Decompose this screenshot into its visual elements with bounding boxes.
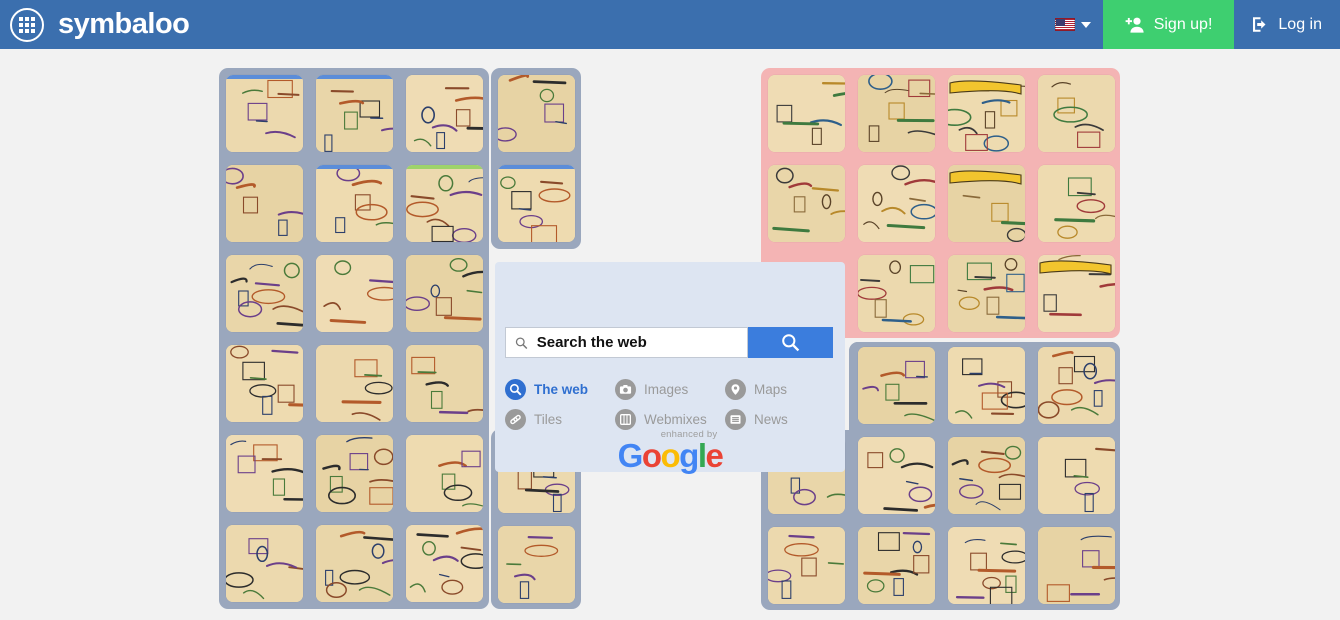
search-option-webmixes[interactable]: Webmixes xyxy=(615,408,725,430)
webmix-tile[interactable] xyxy=(226,435,303,512)
tile-accent-bar xyxy=(406,165,483,169)
webmix-tile[interactable] xyxy=(406,255,483,332)
search-option-label: Tiles xyxy=(534,411,563,427)
webmix-tile[interactable] xyxy=(948,437,1025,514)
webmix-tile[interactable] xyxy=(1038,347,1115,424)
search-option-the-web[interactable]: The web xyxy=(505,378,615,400)
webmix-tile[interactable] xyxy=(948,255,1025,332)
webmix-tile[interactable] xyxy=(858,165,935,242)
webmix-tile[interactable] xyxy=(316,165,393,242)
search-icon xyxy=(515,336,528,349)
search-option-images[interactable]: Images xyxy=(615,378,725,400)
tile-accent-bar xyxy=(498,165,575,169)
news-icon xyxy=(725,408,746,430)
google-branding: enhanced by Google xyxy=(495,429,845,475)
webmix-tile[interactable] xyxy=(768,75,845,152)
search-option-label: Webmixes xyxy=(644,411,707,427)
webmix-tile[interactable] xyxy=(498,526,575,603)
grid-circle-icon xyxy=(10,7,44,42)
tile-accent-bar xyxy=(316,165,393,169)
header-actions: Sign up! Log in xyxy=(1043,0,1340,49)
webmix-tile[interactable] xyxy=(406,75,483,152)
search-submit-button[interactable] xyxy=(748,327,833,358)
webmix-tile[interactable] xyxy=(406,345,483,422)
webmix-tile[interactable] xyxy=(316,525,393,602)
search-option-label: The web xyxy=(534,381,589,397)
webmix-tile[interactable] xyxy=(226,345,303,422)
webmix-tile[interactable] xyxy=(1038,437,1115,514)
log-in-button[interactable]: Log in xyxy=(1234,0,1340,49)
search-scope-options: The web Images Maps Tiles Webmixes News xyxy=(505,374,835,434)
language-selector[interactable] xyxy=(1043,0,1103,49)
search-widget: The web Images xyxy=(495,262,845,475)
search-option-label: Maps xyxy=(754,381,788,397)
brand-name: symbaloo xyxy=(58,8,190,40)
search-option-news[interactable]: News xyxy=(725,408,835,430)
camera-icon xyxy=(615,378,636,400)
webmix-tile[interactable] xyxy=(316,345,393,422)
webmix-board: The web Images xyxy=(0,49,1340,620)
search-option-tiles[interactable]: Tiles xyxy=(505,408,615,430)
webmix-tile[interactable] xyxy=(858,437,935,514)
webmix-tile[interactable] xyxy=(948,165,1025,242)
sign-up-button[interactable]: Sign up! xyxy=(1102,0,1235,49)
webmix-icon xyxy=(615,408,636,430)
webmix-tile[interactable] xyxy=(406,435,483,512)
webmix-tile[interactable] xyxy=(1038,75,1115,152)
search-option-label: Images xyxy=(644,381,689,397)
webmix-tile[interactable] xyxy=(1038,527,1115,604)
tile-accent-bar xyxy=(316,75,393,79)
webmix-tile[interactable] xyxy=(226,75,303,152)
brand-logo[interactable]: symbaloo xyxy=(10,7,190,42)
google-logo: Google xyxy=(617,437,724,474)
search-bar xyxy=(505,327,835,358)
webmix-tile[interactable] xyxy=(768,527,845,604)
webmix-tile[interactable] xyxy=(226,165,303,242)
tile-accent-bar xyxy=(226,75,303,79)
search-field-wrap[interactable] xyxy=(505,327,748,358)
webmix-tile[interactable] xyxy=(948,347,1025,424)
webmix-tile[interactable] xyxy=(858,347,935,424)
webmix-tile[interactable] xyxy=(226,525,303,602)
sign-up-label: Sign up! xyxy=(1153,15,1213,33)
webmix-tile[interactable] xyxy=(858,527,935,604)
webmix-tile[interactable] xyxy=(858,75,935,152)
webmix-tile[interactable] xyxy=(498,75,575,152)
search-input[interactable] xyxy=(534,333,738,352)
search-icon xyxy=(505,378,526,400)
webmix-tile[interactable] xyxy=(498,165,575,242)
webmix-tile[interactable] xyxy=(1038,255,1115,332)
link-icon xyxy=(505,408,526,430)
chevron-down-icon xyxy=(1080,21,1091,28)
webmix-tile[interactable] xyxy=(316,435,393,512)
us-flag-icon xyxy=(1054,18,1075,31)
webmix-tile[interactable] xyxy=(406,165,483,242)
map-pin-icon xyxy=(725,378,746,400)
login-arrow-icon xyxy=(1253,17,1266,32)
webmix-tile[interactable] xyxy=(948,75,1025,152)
search-icon xyxy=(782,334,800,352)
webmix-tile[interactable] xyxy=(316,255,393,332)
webmix-tile[interactable] xyxy=(1038,165,1115,242)
webmix-tile[interactable] xyxy=(948,527,1025,604)
webmix-tile[interactable] xyxy=(858,255,935,332)
webmix-tile[interactable] xyxy=(316,75,393,152)
app-header: symbaloo Sign up! Log in xyxy=(0,0,1340,49)
webmix-tile[interactable] xyxy=(406,525,483,602)
webmix-tile[interactable] xyxy=(768,165,845,242)
search-option-maps[interactable]: Maps xyxy=(725,378,835,400)
search-option-label: News xyxy=(754,411,788,427)
log-in-label: Log in xyxy=(1278,15,1322,33)
person-plus-icon xyxy=(1125,17,1144,33)
webmix-tile[interactable] xyxy=(226,255,303,332)
